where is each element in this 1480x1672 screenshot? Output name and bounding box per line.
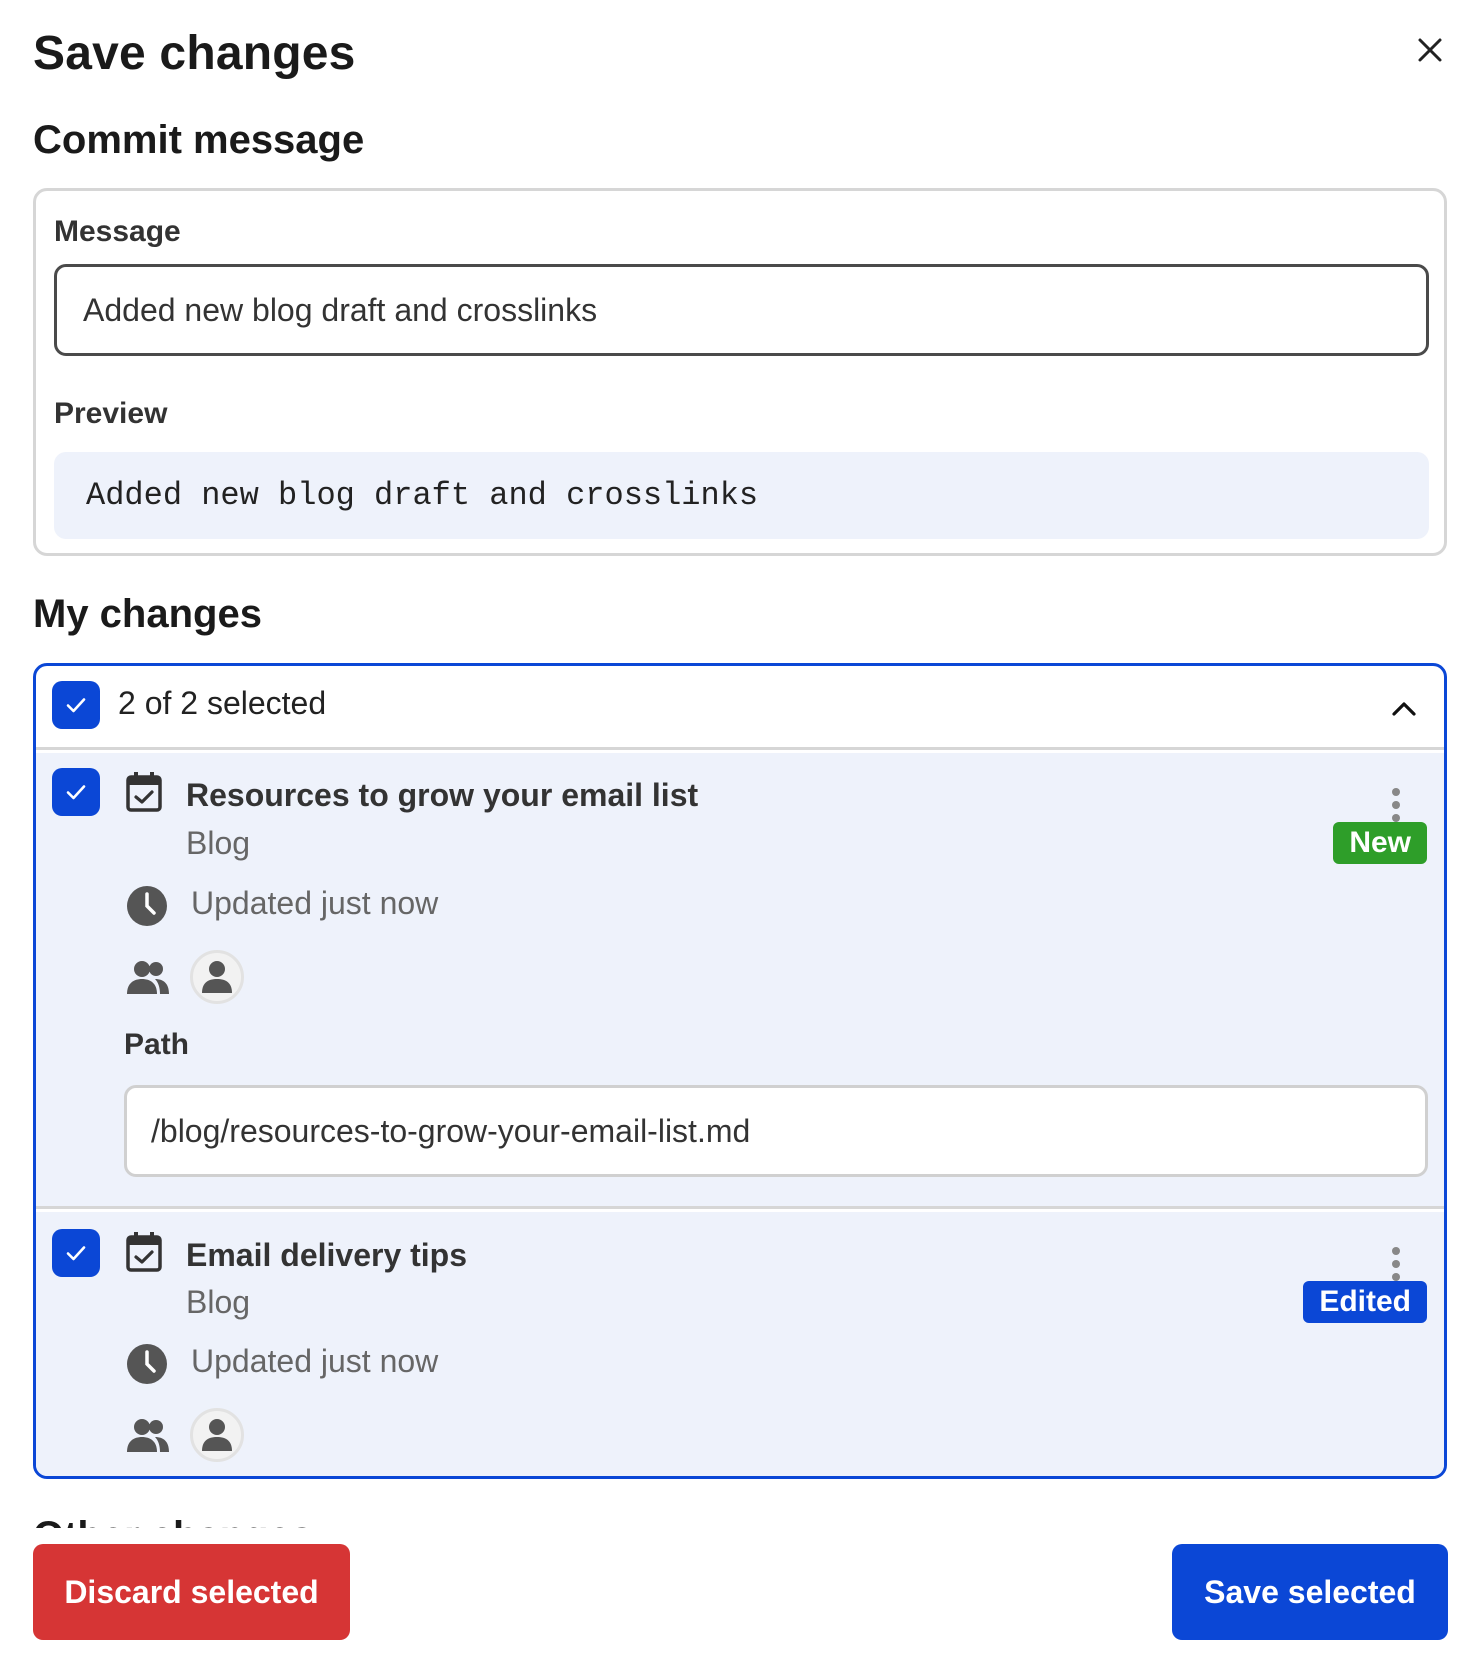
kebab-dot xyxy=(1392,1273,1400,1281)
item-collection: Blog xyxy=(186,825,251,861)
calendar-check-icon xyxy=(126,772,162,812)
message-label: Message xyxy=(54,215,181,248)
path-input[interactable] xyxy=(124,1085,1428,1177)
select-all-header: 2 of 2 selected xyxy=(36,666,1444,750)
message-input[interactable] xyxy=(54,264,1429,356)
kebab-dot xyxy=(1392,1247,1400,1255)
kebab-dot xyxy=(1392,801,1400,809)
change-item: Email delivery tips Blog Edited Updated … xyxy=(36,1212,1444,1476)
kebab-dot xyxy=(1392,1260,1400,1268)
check-icon xyxy=(66,698,86,713)
users-icon xyxy=(127,1419,169,1452)
chevron-up-icon xyxy=(1392,702,1416,716)
change-item: Resources to grow your email list Blog N… xyxy=(36,753,1444,1209)
kebab-dot xyxy=(1392,814,1400,822)
item-collection: Blog xyxy=(186,1284,251,1320)
commit-message-heading: Commit message xyxy=(33,118,365,162)
path-label: Path xyxy=(124,1028,190,1061)
avatar xyxy=(190,1408,244,1462)
calendar-check-icon xyxy=(126,1232,162,1272)
status-badge: New xyxy=(1333,822,1427,864)
preview-label: Preview xyxy=(54,397,168,430)
person-icon xyxy=(202,1419,232,1451)
selection-count: 2 of 2 selected xyxy=(118,685,327,721)
preview-text: Added new blog draft and crosslinks xyxy=(54,452,1429,539)
close-icon xyxy=(1418,38,1442,62)
item-title: Resources to grow your email list xyxy=(186,777,699,813)
kebab-dot xyxy=(1392,788,1400,796)
dialog-footer: Discard selected Save selected xyxy=(0,1528,1480,1672)
updated-text: Updated just now xyxy=(191,885,439,921)
clock-icon xyxy=(127,886,167,926)
status-badge: Edited xyxy=(1303,1281,1427,1323)
commit-message-panel: Message Preview Added new blog draft and… xyxy=(33,188,1447,556)
my-changes-panel: 2 of 2 selected Resources to grow your e… xyxy=(33,663,1447,1479)
updated-text: Updated just now xyxy=(191,1343,439,1379)
check-icon xyxy=(66,1246,86,1261)
users-icon xyxy=(127,961,169,994)
collapse-button[interactable] xyxy=(1384,688,1424,728)
item-checkbox[interactable] xyxy=(52,768,100,816)
item-title: Email delivery tips xyxy=(186,1237,468,1273)
close-button[interactable] xyxy=(1410,30,1450,70)
save-selected-button[interactable]: Save selected xyxy=(1172,1544,1448,1640)
check-icon xyxy=(66,785,86,800)
dialog-title: Save changes xyxy=(33,27,356,80)
select-all-checkbox[interactable] xyxy=(52,681,100,729)
save-changes-dialog: Save changes Commit message Message Prev… xyxy=(0,0,1480,1672)
discard-selected-button[interactable]: Discard selected xyxy=(33,1544,350,1640)
my-changes-heading: My changes xyxy=(33,592,262,636)
item-checkbox[interactable] xyxy=(52,1229,100,1277)
clock-icon xyxy=(127,1344,167,1384)
avatar xyxy=(190,950,244,1004)
person-icon xyxy=(202,961,232,993)
